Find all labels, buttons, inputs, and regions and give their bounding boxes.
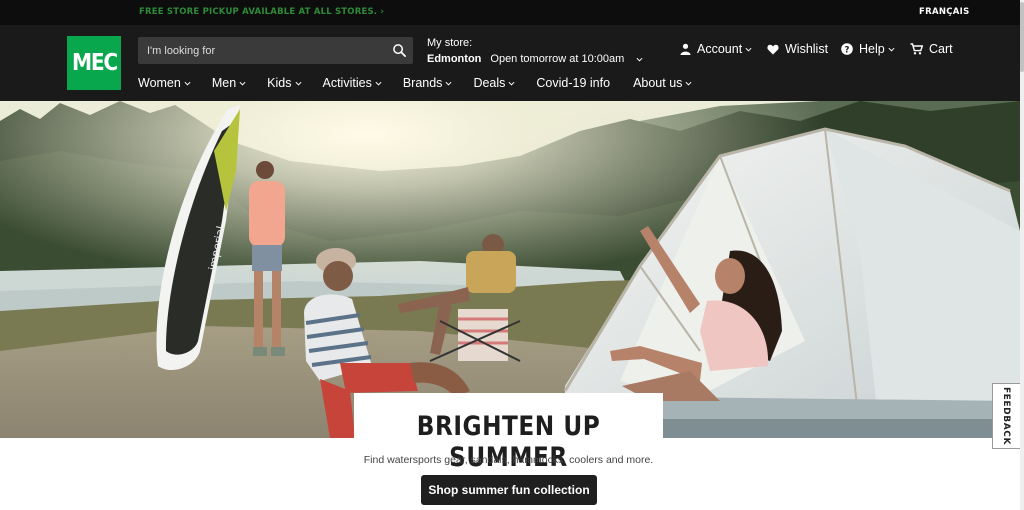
shop-summer-button[interactable]: Shop summer fun collection — [421, 475, 597, 505]
account-label: Account — [697, 42, 743, 56]
hero-title-box: BRIGHTEN UP SUMMER — [354, 393, 663, 473]
store-selector[interactable]: My store: Edmonton Open tomorrow at 10:0… — [427, 37, 643, 66]
main-nav: Women Men Kids Activities Brands Deals C… — [138, 76, 692, 90]
nav-item-women[interactable]: Women — [138, 76, 191, 90]
mec-logo[interactable]: MEC — [67, 36, 121, 90]
nav-item-kids[interactable]: Kids — [267, 76, 301, 90]
cart-label: Cart — [929, 42, 953, 56]
nav-item-label: Women — [138, 76, 181, 90]
store-hours: Open tomorrow at 10:00am — [490, 53, 625, 65]
nav-item-label: Deals — [473, 76, 506, 90]
chevron-down-icon — [745, 47, 752, 52]
chevron-down-icon — [375, 81, 382, 86]
search-bar — [138, 37, 413, 64]
chevron-down-icon — [184, 81, 191, 86]
store-label: My store: — [427, 37, 473, 49]
logo-text: MEC — [71, 50, 118, 76]
feedback-label: FEEDBACK — [1001, 386, 1012, 446]
page: FREE STORE PICKUP AVAILABLE AT ALL STORE… — [0, 0, 1024, 510]
nav-item-brands[interactable]: Brands — [403, 76, 453, 90]
chevron-down-icon — [239, 81, 246, 86]
help-icon: ? — [841, 43, 853, 55]
store-name: Edmonton — [427, 53, 482, 65]
help-menu[interactable]: ? Help — [841, 42, 901, 56]
promo-link[interactable]: FREE STORE PICKUP AVAILABLE AT ALL STORE… — [139, 7, 384, 17]
nav-item-men[interactable]: Men — [212, 76, 246, 90]
wishlist-label: Wishlist — [785, 42, 829, 56]
help-label: Help — [859, 42, 885, 56]
svg-text:?: ? — [845, 45, 850, 55]
nav-item-deals[interactable]: Deals — [473, 76, 515, 90]
scrollbar-thumb[interactable] — [1020, 2, 1024, 72]
language-toggle-link[interactable]: FRANÇAIS — [919, 7, 970, 17]
nav-item-activities[interactable]: Activities — [323, 76, 382, 90]
nav-item-label: Activities — [322, 76, 372, 90]
nav-item-label: About us — [633, 76, 683, 90]
heart-icon — [767, 44, 779, 54]
chevron-down-icon — [685, 81, 692, 86]
nav-item-label: Kids — [267, 76, 292, 90]
cart-link[interactable]: Cart — [910, 42, 953, 56]
wishlist-link[interactable]: Wishlist — [767, 42, 828, 56]
hero-image: imperial — [0, 101, 1020, 438]
account-icon — [680, 43, 691, 55]
hero-banner[interactable]: imperial — [0, 101, 1020, 438]
chevron-down-icon — [888, 47, 895, 52]
promo-bar: FREE STORE PICKUP AVAILABLE AT ALL STORE… — [0, 0, 1020, 25]
nav-item-label: Men — [211, 76, 237, 90]
chevron-down-icon — [445, 81, 452, 86]
cart-icon — [910, 43, 923, 55]
feedback-tab[interactable]: FEEDBACK — [992, 383, 1020, 449]
chevron-down-icon — [295, 81, 301, 86]
nav-item-about-us[interactable]: About us — [633, 76, 692, 90]
search-icon[interactable] — [392, 43, 407, 58]
nav-item-label: Brands — [402, 76, 443, 90]
search-input[interactable] — [138, 37, 383, 64]
chevron-down-icon — [508, 81, 515, 86]
chevron-down-icon — [636, 57, 643, 62]
hero-subtitle: Find watersports gear, sandals, hammocks… — [363, 454, 654, 466]
scrollbar-track[interactable] — [1020, 0, 1024, 510]
site-header: MEC My store: Edmonton Open tomorrow at … — [0, 25, 1020, 101]
nav-item-covid-info[interactable]: Covid-19 info — [536, 76, 610, 90]
account-menu[interactable]: Account — [680, 42, 758, 56]
nav-item-label: Covid-19 info — [536, 76, 611, 90]
